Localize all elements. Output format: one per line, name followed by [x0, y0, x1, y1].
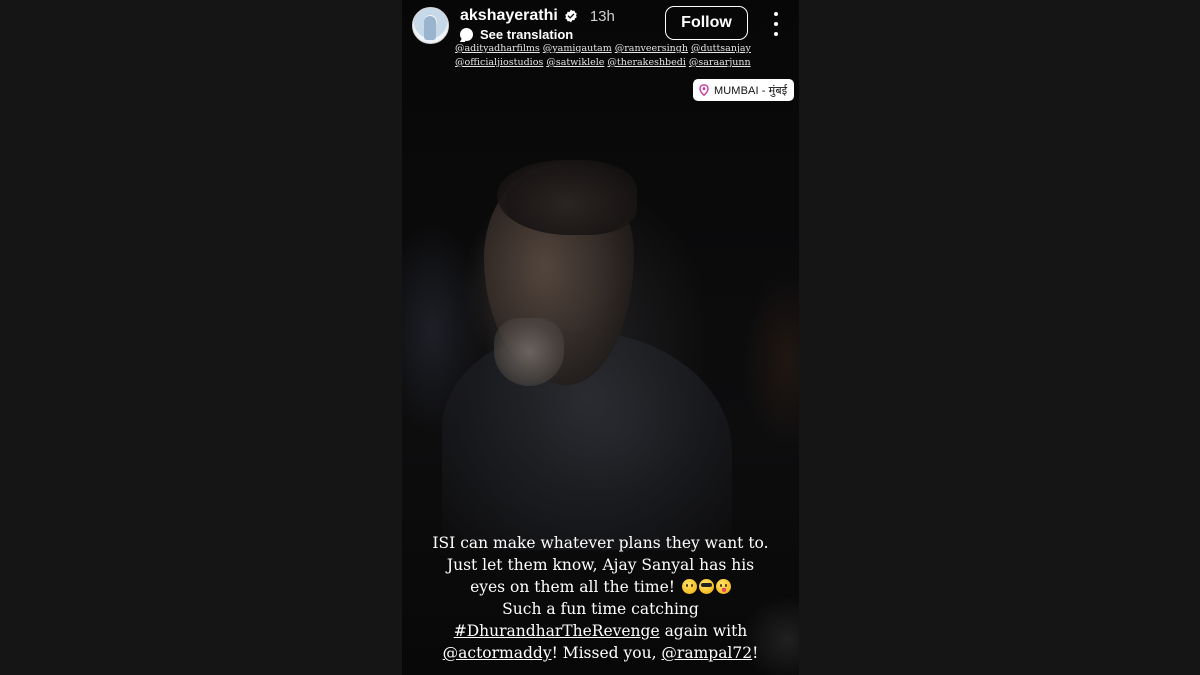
location-sticker[interactable]: MUMBAI - मुंबई: [693, 79, 795, 101]
username-row: akshayerathi 13h: [460, 5, 615, 27]
follow-button[interactable]: Follow: [665, 6, 748, 40]
mention-link[interactable]: @actormaddy: [443, 644, 552, 662]
story-caption: ISI can make whatever plans they want to…: [410, 532, 791, 664]
photo-beard: [494, 318, 564, 386]
mention-tag[interactable]: @ranveersingh: [615, 43, 688, 54]
mention-tag[interactable]: @duttsanjay: [691, 43, 751, 54]
location-pin-icon: [699, 84, 709, 96]
mention-tag[interactable]: @yamigautam: [543, 43, 612, 54]
caption-line-with-mentions: @actormaddy! Missed you, @rampal72!: [410, 642, 791, 664]
story-viewer[interactable]: akshayerathi 13h See translation Follow: [402, 0, 799, 675]
mention-tag[interactable]: @officialjiostudios: [455, 57, 543, 68]
username[interactable]: akshayerathi: [460, 7, 558, 25]
see-translation-label: See translation: [480, 27, 574, 42]
caption-text: ! Missed you,: [551, 644, 662, 662]
page: akshayerathi 13h See translation Follow: [0, 0, 1200, 675]
mention-tag[interactable]: @adityadharfilms: [455, 43, 540, 54]
winking-face-icon: [681, 579, 697, 594]
hashtag-link[interactable]: #DhurandharTheRevenge: [454, 622, 660, 640]
avatar-figure: [424, 16, 436, 40]
mention-tag[interactable]: @satwiklele: [546, 57, 604, 68]
dot: [774, 22, 778, 26]
caption-line: Just let them know, Ajay Sanyal has his: [446, 556, 755, 574]
location-label: MUMBAI - मुंबई: [714, 84, 788, 97]
mention-tags: @adityadharfilms @yamigautam @ranveersingh…: [455, 42, 755, 70]
caption-line-with-hashtag: #DhurandharTheRevenge again with: [410, 620, 791, 642]
caption-text: !: [752, 644, 759, 662]
caption-line-with-emojis: eyes on them all the time!: [410, 576, 791, 598]
mention-tag[interactable]: @saraarjunn: [689, 57, 751, 68]
dot: [774, 12, 778, 16]
caption-line: ISI can make whatever plans they want to…: [432, 534, 769, 552]
avatar[interactable]: [412, 7, 449, 44]
caption-text: eyes on them all the time!: [470, 578, 675, 596]
winking-face-with-tongue-icon: [715, 579, 731, 594]
verified-badge-icon: [564, 9, 578, 23]
see-translation-button[interactable]: See translation: [460, 27, 573, 42]
more-options-icon[interactable]: [768, 12, 784, 36]
mention-link[interactable]: @rampal72: [661, 644, 752, 662]
post-time: 13h: [589, 7, 615, 25]
caption-line: Such a fun time catching: [502, 600, 699, 618]
smiling-face-with-sunglasses-icon: [698, 579, 714, 594]
speech-bubble-icon: [460, 28, 473, 41]
mention-tag[interactable]: @therakeshbedi: [607, 57, 685, 68]
dot: [774, 32, 778, 36]
photo-hair: [497, 160, 637, 235]
caption-text: again with: [659, 622, 748, 640]
